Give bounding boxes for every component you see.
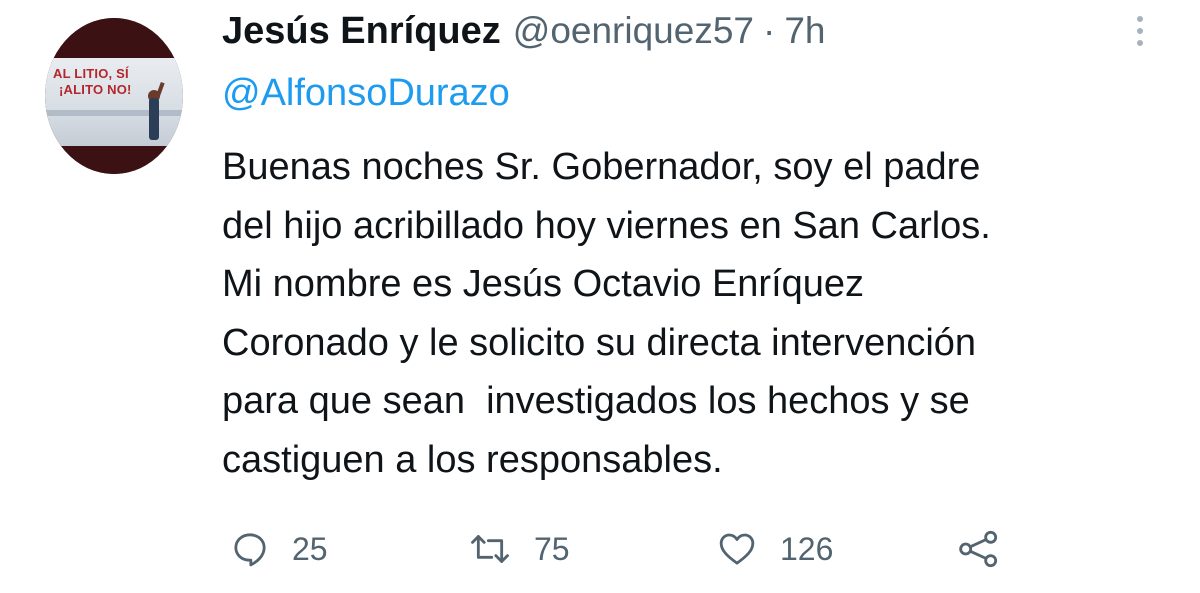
avatar-graffiti-text: AL LITIO, SÍ ¡ALITO NO! [53, 66, 132, 98]
tweet-text-line: para que sean investigados los hechos y … [222, 380, 970, 422]
heart-icon [716, 529, 758, 569]
retweet-button[interactable]: 75 [468, 522, 570, 576]
tweet-text-line: castiguen a los responsables. [222, 438, 723, 481]
mention-link[interactable]: @AlfonsoDurazo [222, 72, 510, 115]
tweet-text: Buenas noches Sr. Gobernador, soy el pad… [222, 138, 1182, 489]
avatar-graffiti-line-2: ¡ALITO NO! [59, 82, 132, 97]
separator-dot: · [763, 10, 776, 51]
reply-count: 25 [292, 530, 328, 567]
reply-icon [230, 529, 270, 569]
tweet-text-line: Buenas noches Sr. Gobernador, soy el pad… [222, 146, 981, 188]
user-handle[interactable]: @oenriquez57 [513, 10, 754, 52]
share-icon [956, 529, 1002, 569]
more-dot [1137, 28, 1143, 34]
avatar-graffiti-line-1: AL LITIO, SÍ [53, 66, 129, 81]
avatar-figure [149, 98, 159, 140]
more-vertical-icon[interactable] [1128, 16, 1152, 60]
avatar-band-bottom [45, 146, 183, 174]
tweet-text-line: del hijo acribillado hoy viernes en San … [222, 204, 991, 247]
display-name[interactable]: Jesús Enríquez [222, 10, 501, 53]
like-button[interactable]: 126 [716, 522, 833, 576]
avatar-wall-stripe [45, 110, 183, 116]
more-dot [1137, 16, 1143, 22]
avatar[interactable]: AL LITIO, SÍ ¡ALITO NO! [45, 18, 183, 174]
tweet-text-line: Coronado y le solicito su directa interv… [222, 321, 977, 364]
reply-button[interactable]: 25 [230, 522, 328, 576]
more-dot [1137, 40, 1143, 46]
like-count: 126 [780, 530, 834, 567]
tweet-text-line: Mi nombre es Jesús Octavio Enríquez [222, 263, 865, 305]
retweet-count: 75 [534, 530, 570, 567]
timestamp[interactable]: 7h [784, 10, 825, 52]
share-button[interactable] [956, 522, 1002, 576]
tweet-header: Jesús Enríquez @oenriquez57 · 7h [222, 10, 825, 68]
tweet[interactable]: AL LITIO, SÍ ¡ALITO NO! Jesús Enríquez @… [0, 0, 1200, 593]
avatar-band-top [45, 18, 183, 58]
retweet-icon [468, 529, 512, 569]
action-bar: 25 75 126 [222, 522, 1122, 576]
